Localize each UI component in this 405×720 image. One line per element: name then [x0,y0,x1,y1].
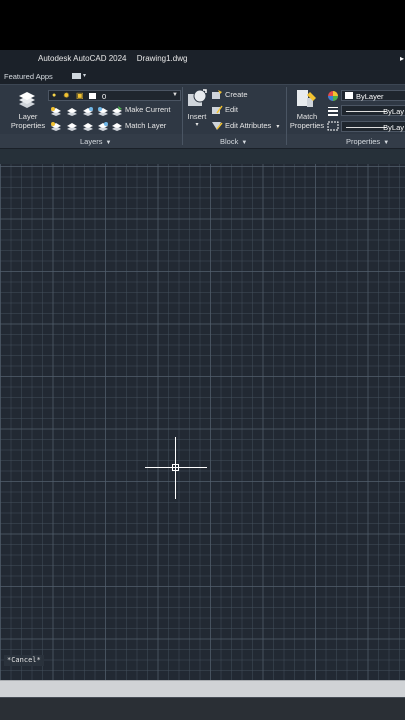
layer-unisolate-icon[interactable] [66,121,78,132]
edit-block-icon [212,105,223,114]
match-properties-button[interactable]: Match Properties [288,112,326,130]
insert-block-icon [188,89,207,106]
match-properties-label-2: Properties [289,121,325,130]
layer-properties-label-1: Layer [18,112,38,121]
edit-attributes-button[interactable]: Edit Attributes ▾ [225,121,279,130]
layers-panel-title[interactable]: Layers ▼ [80,137,111,146]
document-name: Drawing1.dwg [136,54,188,63]
current-layer-value: 0 [102,92,107,101]
make-current-icon [112,106,122,116]
layer-on-icon[interactable] [50,121,62,132]
color-dropdown[interactable]: ByLayer [341,90,405,101]
create-block-button[interactable]: Create [225,90,248,99]
chevron-down-icon: ▼ [241,140,248,146]
match-properties-label-1: Match [296,112,318,121]
properties-panel-title-text: Properties [346,137,381,146]
block-panel-title[interactable]: Block ▼ [220,137,247,146]
chevron-down-icon: ▾ [276,124,280,130]
line-sample [346,127,386,128]
app-name: Autodesk AutoCAD 2024 [38,54,127,63]
ribbon-tab-row: Featured Apps ▾ [0,68,405,84]
tab-featured-apps[interactable]: Featured Apps [4,72,53,81]
edit-attributes-icon [212,122,223,130]
panel-title-band [0,134,405,149]
layer-color-swatch [89,93,96,99]
linetype-dropdown[interactable]: ByLay [341,121,405,132]
panel-display-icon [72,73,81,79]
panel-divider [286,87,287,145]
chevron-down-icon: ▼ [383,140,390,146]
layer-properties-label-2: Properties [10,121,46,130]
line-sample [346,111,386,112]
lock-icon: ▣ [76,91,84,100]
lineweight-dropdown[interactable]: ByLay [341,105,405,116]
edit-attributes-label: Edit Attributes [225,121,272,130]
insert-label: Insert [187,112,207,121]
layer-unlock-icon[interactable] [97,121,109,132]
top-black-margin [0,0,405,50]
create-block-icon [212,90,222,99]
color-value: ByLayer [356,92,384,101]
layer-properties-icon [19,92,35,108]
color-wheel-icon [328,91,338,101]
window-title: Autodesk AutoCAD 2024 Drawing1.dwg [38,54,187,63]
match-layer-icon [112,123,122,131]
file-tabs-bar [0,148,405,164]
major-grid [0,164,405,680]
insert-button[interactable]: Insert ▾ [184,112,210,130]
chevron-down-icon: ▾ [195,122,199,128]
layer-thaw-icon[interactable] [82,121,94,132]
panel-divider [182,87,183,145]
layers-panel-title-text: Layers [80,137,103,146]
chevron-down-icon: ▼ [172,92,178,98]
layer-isolate-icon[interactable] [66,106,78,117]
match-properties-icon [297,90,316,107]
lightbulb-icon: ● [52,92,57,99]
layer-lock-icon[interactable] [97,106,109,117]
lineweight-value: ByLay [383,107,404,116]
match-layer-button[interactable]: Match Layer [125,121,166,130]
sun-icon: ✹ [63,91,70,100]
status-bar [0,697,405,720]
edit-block-button[interactable]: Edit [225,105,238,114]
chevron-right-icon[interactable]: ▸ [400,54,404,63]
layer-properties-button[interactable]: Layer Properties [8,112,48,130]
make-current-button[interactable]: Make Current [125,105,170,114]
command-history: *Cancel* [4,655,44,666]
drawing-canvas[interactable] [0,164,405,680]
lineweight-icon [328,107,338,116]
command-line[interactable] [0,680,405,697]
block-panel-title-text: Block [220,137,239,146]
title-bar: Autodesk AutoCAD 2024 Drawing1.dwg ▸ [0,50,405,68]
ribbon: Layer Properties ● ✹ ▣ 0 ▼ Make Current … [0,84,405,149]
properties-panel-title[interactable]: Properties ▼ [346,137,389,146]
chevron-down-icon: ▾ [83,73,87,79]
layer-dropdown[interactable]: ● ✹ ▣ 0 ▼ [48,90,181,101]
chevron-down-icon: ▼ [105,140,112,146]
linetype-value: ByLay [383,123,404,132]
crosshair-pickbox [172,464,179,471]
workspace-switch-button[interactable]: ▾ [72,72,88,80]
layer-freeze-icon[interactable] [82,106,94,117]
linetype-icon [327,121,339,131]
layer-off-icon[interactable] [50,106,62,117]
color-swatch [345,92,353,99]
